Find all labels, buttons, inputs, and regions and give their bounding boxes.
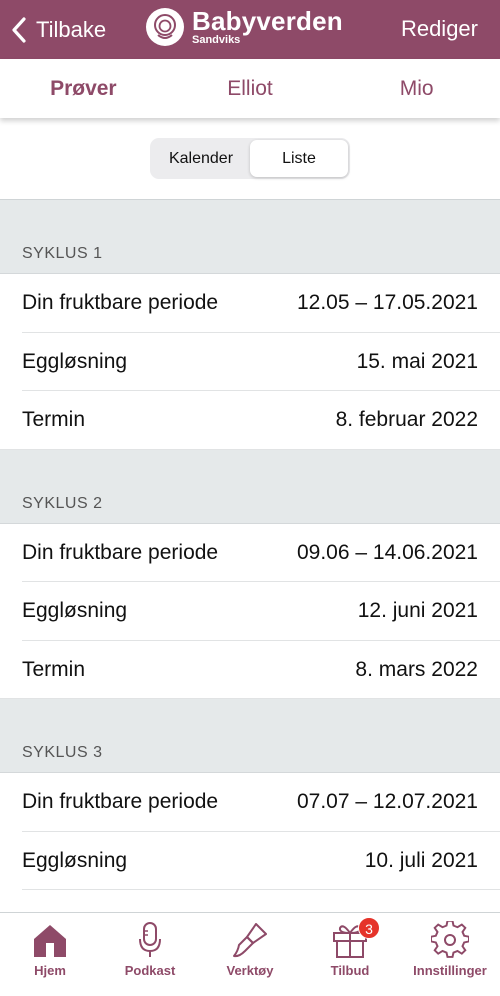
segment-calendar[interactable]: Kalender <box>152 140 250 177</box>
nav-tilbud[interactable]: 3 Tilbud <box>300 913 400 996</box>
gear-icon <box>430 921 470 959</box>
row-value: 8. mars 2022 <box>355 657 478 681</box>
notification-badge: 3 <box>358 917 380 939</box>
row-label: Din fruktbare periode <box>22 540 219 564</box>
row-value: 12. juni 2021 <box>357 599 478 622</box>
row-value: 09.06 – 14.06.2021 <box>296 540 478 564</box>
row-label: Eggløsning <box>22 848 128 872</box>
cycle-title: SYKLUS 1 <box>22 245 103 262</box>
list-item[interactable]: Eggløsning 12. juni 2021 <box>0 582 500 641</box>
nav-label: Hjem <box>34 963 66 978</box>
nav-label: Innstillinger <box>413 963 487 978</box>
view-segmented-control: Kalender Liste <box>150 138 350 179</box>
nav-innstillinger[interactable]: Innstillinger <box>400 913 500 996</box>
cycle-section-header: SYKLUS 2 <box>0 449 500 524</box>
back-button[interactable]: Tilbake <box>10 12 106 48</box>
home-icon <box>30 921 70 959</box>
row-value: 15. mai 2021 <box>356 349 478 373</box>
brand-name: Babyverden <box>192 6 343 36</box>
row-label: Termin <box>22 657 86 681</box>
nav-podkast[interactable]: Podkast <box>100 913 200 996</box>
row-value: 8. februar 2022 <box>335 408 478 431</box>
view-toggle-area: Kalender Liste <box>0 118 500 200</box>
list-item[interactable]: Din fruktbare periode 12.05 – 17.05.2021 <box>0 274 500 333</box>
row-label: Din fruktbare periode <box>22 790 219 813</box>
brand-subtitle: Sandviks <box>192 34 241 46</box>
nav-label: Tilbud <box>330 963 370 978</box>
brand-logo: Babyverden Sandviks <box>146 8 343 46</box>
list-item[interactable]: Din fruktbare periode 07.07 – 12.07.2021 <box>0 773 500 832</box>
tab-elliot[interactable]: Elliot <box>167 59 334 118</box>
nav-hjem[interactable]: Hjem <box>0 913 100 996</box>
list-item[interactable] <box>0 890 500 912</box>
cycle-title: SYKLUS 2 <box>22 494 103 512</box>
nav-label: Podkast <box>124 963 176 978</box>
microphone-icon <box>130 921 170 959</box>
row-value: 07.07 – 12.07.2021 <box>296 790 478 813</box>
nav-verktoy[interactable]: Verktøy <box>200 913 300 996</box>
row-label: Eggløsning <box>22 599 128 622</box>
cycle-section-header: SYKLUS 1 <box>0 200 500 274</box>
tab-mio[interactable]: Mio <box>333 59 500 118</box>
row-label: Termin <box>22 408 86 431</box>
cycle-list: SYKLUS 1 Din fruktbare periode 12.05 – 1… <box>0 200 500 912</box>
row-label: Din fruktbare periode <box>22 291 219 314</box>
row-label: Eggløsning <box>22 349 128 373</box>
list-item[interactable]: Eggløsning 15. mai 2021 <box>0 332 500 391</box>
row-value: 10. juli 2021 <box>364 848 478 872</box>
edit-button[interactable]: Rediger <box>401 16 478 42</box>
bottom-tab-bar: Hjem Podkast Verktøy 3 Tilbud Innstillin… <box>0 912 500 996</box>
chevron-left-icon <box>12 17 26 43</box>
baby-logo-icon <box>146 8 184 46</box>
segment-list[interactable]: Liste <box>250 140 348 177</box>
list-item[interactable]: Eggløsning 10. juli 2021 <box>0 831 500 890</box>
back-label: Tilbake <box>36 17 107 42</box>
nav-label: Verktøy <box>226 963 274 978</box>
app-header: Tilbake Babyverden Sandviks Rediger <box>0 0 500 59</box>
cycle-title: SYKLUS 3 <box>22 744 103 761</box>
tab-prover[interactable]: Prøver <box>0 59 167 118</box>
list-item[interactable]: Din fruktbare periode 09.06 – 14.06.2021 <box>0 523 500 582</box>
gift-icon: 3 <box>330 917 380 959</box>
brush-icon <box>230 921 270 959</box>
cycle-section-header: SYKLUS 3 <box>0 699 500 773</box>
row-value: 12.05 – 17.05.2021 <box>296 291 478 314</box>
list-item[interactable]: Termin 8. mars 2022 <box>0 640 500 699</box>
list-item[interactable]: Termin 8. februar 2022 <box>0 391 500 450</box>
profile-tabs: Prøver Elliot Mio <box>0 59 500 118</box>
